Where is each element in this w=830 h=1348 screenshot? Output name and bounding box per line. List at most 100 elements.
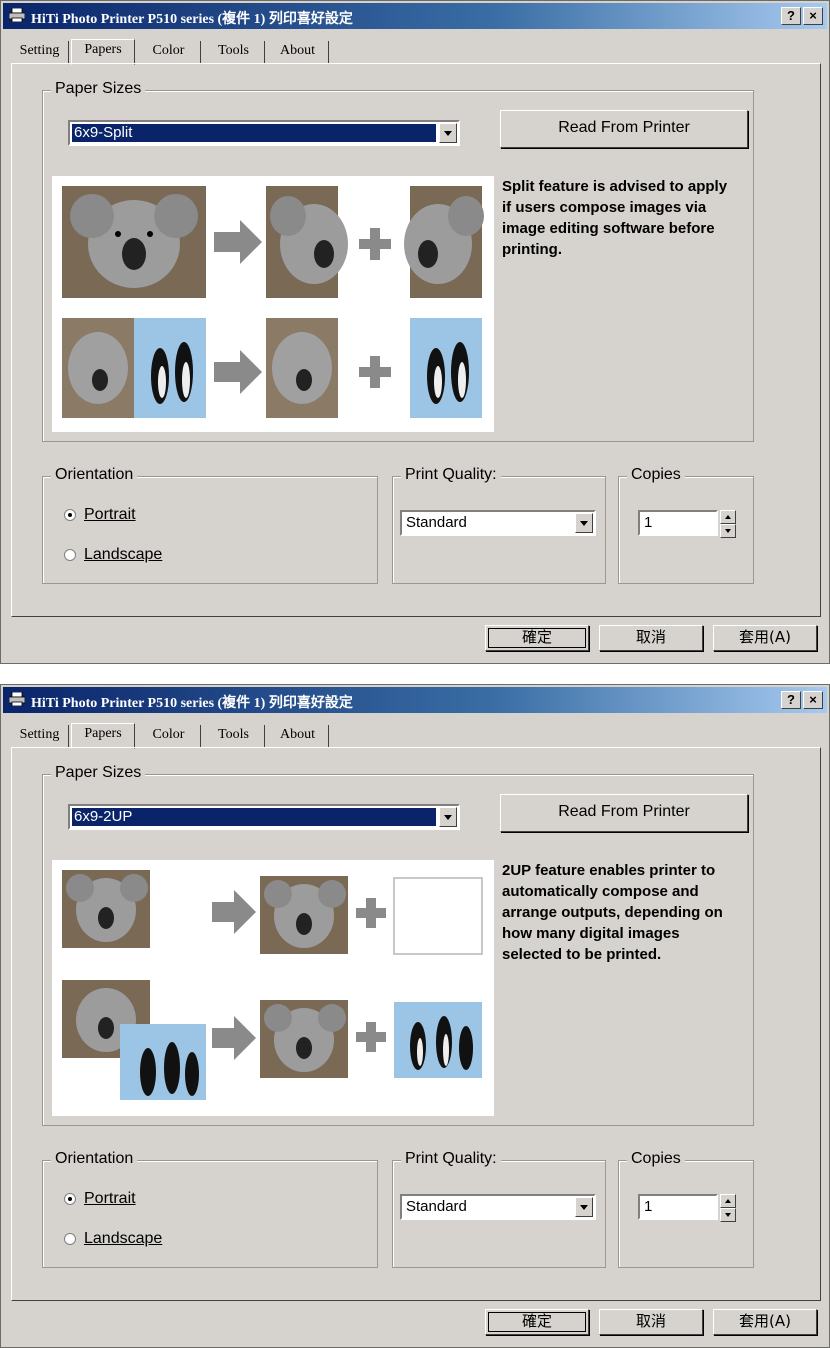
landscape-label: Landscape [84,546,163,563]
spin-up-icon[interactable] [720,1194,736,1208]
tab-color[interactable]: Color [137,725,201,747]
spin-up-icon[interactable] [720,510,736,524]
orientation-label: Orientation [51,466,138,484]
papers-tab-panel: Paper Sizes 6x9-Split Read From Printer [11,63,821,617]
print-quality-value: Standard [406,514,467,531]
window-title: HiTi Photo Printer P510 series (複件 1) 列印… [31,696,353,711]
chevron-down-icon[interactable] [575,1197,593,1217]
close-button[interactable]: × [803,7,823,25]
koala-photo-source [62,186,206,298]
koala-photo-output [266,318,338,418]
koala-penguin-stacked-photos [62,980,206,1100]
paper-sizes-label: Paper Sizes [51,80,146,98]
chevron-down-icon[interactable] [575,513,593,533]
radio-selected-icon [64,1192,76,1205]
read-from-printer-button[interactable]: Read From Printer [500,794,748,832]
tab-tools[interactable]: Tools [203,725,265,747]
orientation-label: Orientation [51,1150,138,1168]
copies-input[interactable]: 1 [638,510,718,536]
tab-color[interactable]: Color [137,41,201,63]
cancel-button[interactable]: 取消 [599,625,703,651]
orientation-group: Orientation [42,1150,378,1268]
tab-about[interactable]: About [267,41,329,63]
paper-size-value: 6x9-Split [72,124,436,142]
koala-photo-right-half [404,186,484,298]
printer-preferences-dialog-2up: HiTi Photo Printer P510 series (複件 1) 列印… [0,684,830,1348]
read-from-printer-button[interactable]: Read From Printer [500,110,748,148]
paper-size-select[interactable]: 6x9-Split [68,120,460,146]
cancel-button[interactable]: 取消 [599,1309,703,1335]
landscape-radio[interactable]: Landscape [64,1230,162,1248]
print-quality-select[interactable]: Standard [400,1194,596,1220]
chevron-down-icon[interactable] [439,807,457,827]
close-button[interactable]: × [803,691,823,709]
apply-button[interactable]: 套用(A) [713,625,817,651]
print-quality-label: Print Quality: [401,1150,501,1168]
penguin-photo-output [410,318,482,418]
copies-spinner[interactable] [720,1194,736,1222]
spin-down-icon[interactable] [720,1208,736,1222]
penguin-photo-output [394,1002,482,1078]
copies-value: 1 [644,1198,653,1215]
orientation-group: Orientation [42,466,378,584]
tab-setting[interactable]: Setting [11,725,69,747]
plus-icon [356,898,386,928]
arrow-icon [214,220,262,264]
landscape-label: Landscape [84,1230,163,1247]
window-title: HiTi Photo Printer P510 series (複件 1) 列印… [31,12,353,27]
koala-photo-source [62,870,150,948]
landscape-radio[interactable]: Landscape [64,546,162,564]
tab-papers[interactable]: Papers [71,39,135,65]
help-button[interactable]: ? [781,7,801,25]
2up-preview-illustration [52,860,494,1116]
title-bar: HiTi Photo Printer P510 series (複件 1) 列印… [3,3,827,29]
chevron-down-icon[interactable] [439,123,457,143]
print-quality-label: Print Quality: [401,466,501,484]
radio-unselected-icon [64,548,76,561]
plus-icon [356,1022,386,1052]
portrait-label: Portrait [84,506,136,523]
tab-papers[interactable]: Papers [71,723,135,749]
tab-tools[interactable]: Tools [203,41,265,63]
printer-icon [9,692,25,706]
empty-photo-slot [393,877,483,955]
paper-sizes-label: Paper Sizes [51,764,146,782]
koala-photo-left-half [266,186,348,298]
print-quality-value: Standard [406,1198,467,1215]
tab-setting[interactable]: Setting [11,41,69,63]
feature-description: Split feature is advised to apply if use… [502,178,728,258]
portrait-radio[interactable]: Portrait [64,1190,136,1208]
copies-spinner[interactable] [720,510,736,538]
split-preview-illustration [52,176,494,432]
plus-icon [359,356,391,388]
koala-penguin-composite-photo [62,318,206,418]
apply-button[interactable]: 套用(A) [713,1309,817,1335]
copies-label: Copies [627,466,685,484]
portrait-label: Portrait [84,1190,136,1207]
portrait-radio[interactable]: Portrait [64,506,136,524]
printer-icon [9,8,25,22]
ok-button[interactable]: 確定 [485,625,589,651]
paper-size-value: 6x9-2UP [72,808,436,826]
arrow-icon [212,890,256,934]
copies-value: 1 [644,514,653,531]
arrow-icon [212,1016,256,1060]
papers-tab-panel: Paper Sizes 6x9-2UP Read From Printer 2U… [11,747,821,1301]
feature-description: 2UP feature enables printer to automatic… [502,862,723,963]
plus-icon [359,228,391,260]
printer-preferences-dialog-split: HiTi Photo Printer P510 series (複件 1) 列印… [0,0,830,664]
spin-down-icon[interactable] [720,524,736,538]
ok-button[interactable]: 確定 [485,1309,589,1335]
print-quality-select[interactable]: Standard [400,510,596,536]
copies-input[interactable]: 1 [638,1194,718,1220]
copies-label: Copies [627,1150,685,1168]
tab-about[interactable]: About [267,725,329,747]
koala-photo-output [260,1000,348,1078]
koala-photo-output [260,876,348,954]
arrow-icon [214,350,262,394]
paper-size-select[interactable]: 6x9-2UP [68,804,460,830]
radio-unselected-icon [64,1232,76,1245]
help-button[interactable]: ? [781,691,801,709]
title-bar: HiTi Photo Printer P510 series (複件 1) 列印… [3,687,827,713]
radio-selected-icon [64,508,76,521]
